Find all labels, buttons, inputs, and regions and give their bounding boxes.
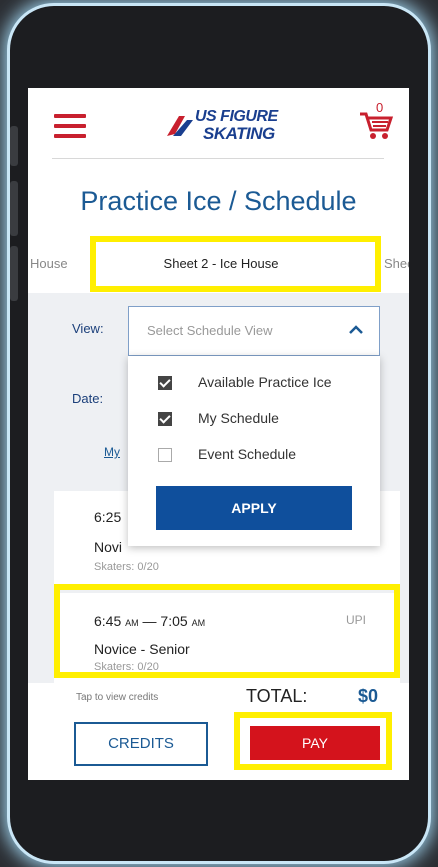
schedule-view-dropdown: Available Practice Ice My Schedule Event… (128, 356, 380, 546)
tap-credits-text[interactable]: Tap to view credits (76, 692, 158, 703)
cart-count-badge: 0 (376, 100, 384, 115)
session-level: Novi (94, 539, 123, 555)
credits-button[interactable]: CREDITS (74, 722, 208, 766)
page-title: Practice Ice / Schedule (80, 186, 357, 216)
my-schedule-link[interactable]: My (104, 445, 120, 459)
app-screen: US FIGURE SKATING 0 Practice Ice / Sched… (28, 88, 409, 780)
total-value: $0 (358, 686, 379, 706)
side-button (10, 246, 18, 301)
total-label: TOTAL: (246, 686, 308, 706)
menu-icon[interactable] (54, 114, 86, 138)
session-skaters: Skaters: 0/20 (94, 561, 159, 573)
highlight-box-pay (234, 712, 392, 770)
checkbox-checked-icon[interactable] (158, 412, 172, 426)
checkbox-unchecked-icon[interactable] (158, 448, 172, 462)
session-time: 6:25 (94, 509, 122, 525)
view-label: View: (72, 321, 104, 336)
highlight-box-session (54, 584, 400, 678)
header-divider (52, 158, 384, 159)
us-figure-skating-logo[interactable]: US FIGURE SKATING (165, 106, 285, 146)
checkbox-checked-icon[interactable] (158, 376, 172, 390)
date-label: Date: (72, 391, 104, 406)
schedule-view-placeholder: Select Schedule View (147, 323, 273, 338)
apply-button[interactable]: APPLY (156, 486, 352, 530)
volume-down-button (10, 181, 18, 236)
chevron-up-icon (349, 325, 363, 334)
tab-next-rink[interactable]: Sheet (384, 256, 409, 271)
cart-button[interactable]: 0 (358, 100, 394, 142)
tab-previous-rink[interactable]: House (30, 256, 68, 271)
highlight-box-tab (90, 236, 381, 292)
schedule-view-select[interactable]: Select Schedule View (128, 306, 380, 356)
volume-up-button (10, 126, 18, 166)
app-header: US FIGURE SKATING 0 (28, 88, 409, 160)
logo-text-line2: SKATING (203, 124, 275, 143)
